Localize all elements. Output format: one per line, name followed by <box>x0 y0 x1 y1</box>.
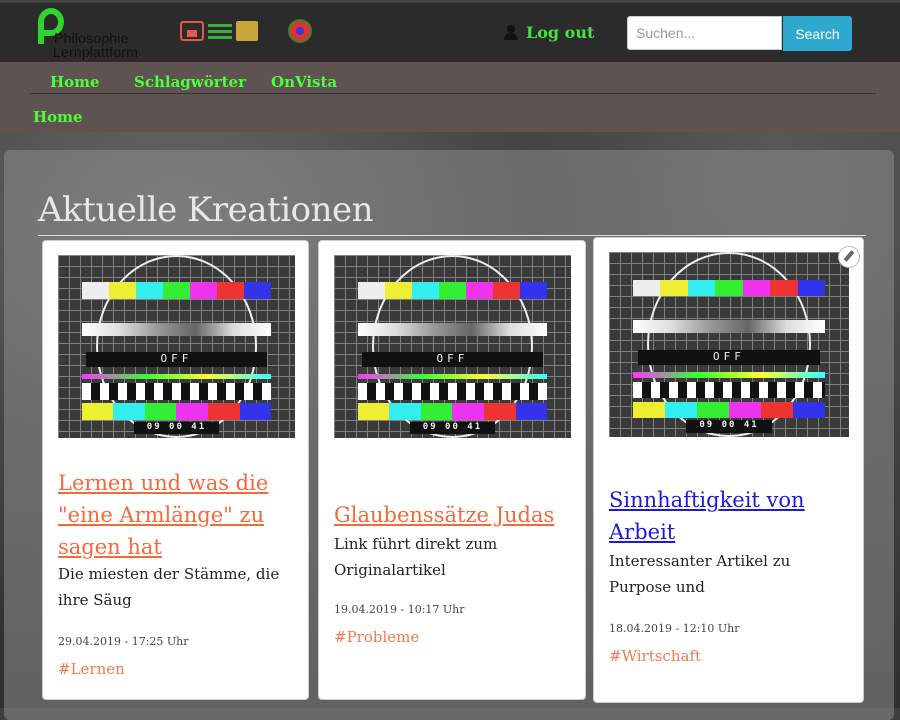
nav-item-home[interactable]: Home <box>50 73 100 91</box>
search-input[interactable] <box>627 16 782 50</box>
card-date: 18.04.2019 - 12:10 Uhr <box>609 622 740 635</box>
card-thumbnail[interactable]: OFF 09 00 41 <box>609 252 849 437</box>
card-tag-link[interactable]: #Probleme <box>334 628 419 646</box>
main-nav: Home Schlagwörter OnVista Home <box>0 62 900 132</box>
card-tag-link[interactable]: #Lernen <box>58 660 125 678</box>
search-button[interactable]: Search <box>783 16 852 51</box>
card-image-time-label: 09 00 41 <box>409 421 496 435</box>
logout-link[interactable]: Log out <box>504 23 594 42</box>
card-image-time-label: 09 00 41 <box>133 421 220 435</box>
logout-label: Log out <box>526 23 595 42</box>
site-logo[interactable]: Philosophie Lernplattform <box>36 8 166 60</box>
card-date: 19.04.2019 - 10:17 Uhr <box>334 603 465 616</box>
title-divider <box>38 235 866 236</box>
ufo-icon[interactable] <box>288 19 312 43</box>
creation-card: OFF 09 00 41 Sinnhaftigkeit von Arbeit I… <box>593 237 864 703</box>
card-thumbnail[interactable]: OFF 09 00 41 <box>58 255 295 438</box>
card-image-off-label: OFF <box>362 351 543 367</box>
card-title-link[interactable]: Lernen und was die "eine Armlänge" zu sa… <box>58 467 298 563</box>
breadcrumb[interactable]: Home <box>33 108 83 126</box>
card-title-link[interactable]: Glaubenssätze Judas <box>334 499 579 531</box>
card-tag-link[interactable]: #Wirtschaft <box>609 647 701 665</box>
list-icon[interactable] <box>208 21 232 41</box>
top-bar: Philosophie Lernplattform Log out Search <box>0 0 900 65</box>
creation-card: OFF 09 00 41 Lernen und was die "eine Ar… <box>42 240 309 700</box>
card-title-link[interactable]: Sinnhaftigkeit von Arbeit <box>609 484 854 548</box>
scroll-icon[interactable] <box>236 21 258 41</box>
card-thumbnail[interactable]: OFF 09 00 41 <box>334 255 571 438</box>
card-image-time-label: 09 00 41 <box>685 420 773 434</box>
logo-text-line2: Lernplattform <box>53 44 139 60</box>
card-date: 29.04.2019 - 17:25 Uhr <box>58 635 189 648</box>
card-description: Link führt direkt zum Originalartikel <box>334 535 498 579</box>
nav-divider <box>30 93 876 94</box>
edit-pencil-icon[interactable] <box>838 246 860 268</box>
card-description: Die miesten der Stämme, die ihre Säug <box>58 565 280 609</box>
user-icon <box>504 25 518 40</box>
page-title: Aktuelle Kreationen <box>38 190 373 230</box>
card-description: Interessanter Artikel zu Purpose und <box>609 552 791 596</box>
nav-item-onvista[interactable]: OnVista <box>271 73 337 91</box>
nav-item-schlagwoerter[interactable]: Schlagwörter <box>134 73 246 91</box>
images-icon[interactable] <box>180 21 204 41</box>
card-image-off-label: OFF <box>637 350 821 365</box>
card-image-off-label: OFF <box>86 351 267 367</box>
creation-card: OFF 09 00 41 Glaubenssätze Judas Link fü… <box>318 240 586 700</box>
